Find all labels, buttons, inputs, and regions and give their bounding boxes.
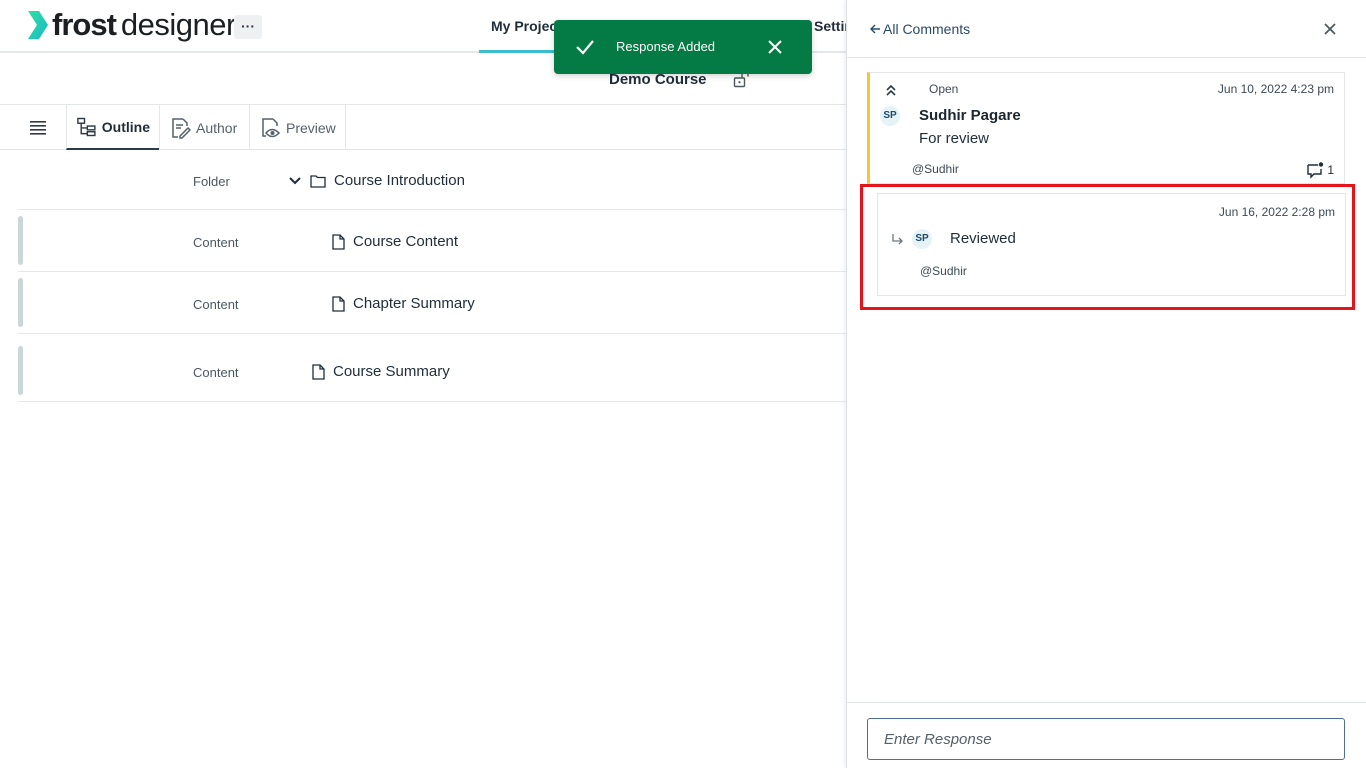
- close-icon[interactable]: [1322, 21, 1338, 37]
- row-title: Course Summary: [333, 363, 450, 380]
- hamburger-menu-icon[interactable]: [28, 119, 48, 135]
- row-item[interactable]: Course Introduction: [288, 172, 465, 189]
- author-edit-icon: [172, 117, 191, 139]
- row-title: Course Content: [353, 233, 459, 250]
- preview-eye-icon: [262, 117, 281, 137]
- chevron-double-up-icon[interactable]: [884, 83, 898, 97]
- logo-text-frost: frost: [52, 7, 117, 42]
- reply-body: Reviewed: [950, 230, 1016, 247]
- nav-active-indicator: [479, 50, 559, 53]
- avatar: SP: [912, 229, 932, 249]
- reply-count-button[interactable]: 1: [1306, 161, 1334, 179]
- row-title: Course Introduction: [334, 172, 465, 189]
- response-footer: [847, 702, 1366, 768]
- outline-tree-icon: [77, 117, 96, 136]
- reply-arrow-icon: [892, 234, 903, 245]
- tab-author-label: Author: [196, 119, 238, 136]
- all-comments-label: All Comments: [883, 21, 971, 37]
- document-icon: [312, 363, 325, 380]
- reply-count: 1: [1327, 163, 1334, 177]
- comment-mention[interactable]: @Sudhir: [912, 162, 959, 176]
- outline-row-content[interactable]: Content Chapter Summary: [18, 272, 846, 334]
- tab-outline-label: Outline: [101, 118, 150, 135]
- row-type: Content: [193, 365, 239, 380]
- all-comments-link[interactable]: All Comments: [869, 21, 970, 37]
- row-item[interactable]: Course Summary: [312, 363, 450, 380]
- row-drag-handle[interactable]: [18, 278, 23, 327]
- comments-panel-header: All Comments: [847, 0, 1366, 58]
- comment-date: Jun 10, 2022 4:23 pm: [1217, 82, 1334, 96]
- document-icon: [332, 233, 345, 250]
- logo-chevron-icon: [28, 11, 48, 39]
- toast-message: Response Added: [616, 39, 716, 54]
- avatar: SP: [880, 106, 900, 126]
- document-icon: [332, 295, 345, 312]
- comment-card[interactable]: Open Jun 10, 2022 4:23 pm SP Sudhir Paga…: [867, 72, 1345, 184]
- chevron-down-icon[interactable]: [288, 174, 302, 188]
- reply-date: Jun 16, 2022 2:28 pm: [1218, 205, 1335, 219]
- comment-bubble-icon: [1307, 162, 1324, 179]
- check-icon: [576, 40, 594, 55]
- view-tabs: Outline Author Preview: [0, 105, 846, 150]
- outline-row-content[interactable]: Content Course Content: [18, 210, 846, 272]
- row-drag-handle[interactable]: [18, 346, 23, 395]
- comment-author: Sudhir Pagare: [919, 107, 1021, 124]
- folder-icon: [310, 174, 326, 188]
- logo-text-designer: designer: [120, 7, 236, 42]
- row-type: Content: [193, 297, 239, 312]
- row-item[interactable]: Course Content: [332, 233, 458, 250]
- tab-preview-label: Preview: [286, 119, 336, 136]
- comment-body: For review: [919, 130, 990, 147]
- row-type: Folder: [193, 174, 230, 189]
- row-drag-handle[interactable]: [18, 216, 23, 265]
- tab-author[interactable]: Author: [159, 105, 249, 150]
- row-type: Content: [193, 235, 239, 250]
- comment-status[interactable]: Open: [929, 82, 958, 96]
- tab-outline[interactable]: Outline: [66, 105, 159, 150]
- comments-panel: All Comments Open Jun 10, 2022 4:23 pm S…: [846, 0, 1366, 768]
- toast-close-icon[interactable]: [767, 39, 783, 55]
- app-logo[interactable]: frost designer: [26, 8, 236, 42]
- nav-my-projects[interactable]: My Projec: [491, 18, 557, 34]
- row-title: Chapter Summary: [353, 295, 475, 312]
- arrow-left-icon: [870, 24, 880, 34]
- outline-row-folder[interactable]: Folder Course Introduction: [18, 150, 846, 210]
- reply-mention[interactable]: @Sudhir: [920, 264, 967, 278]
- tab-preview[interactable]: Preview: [249, 105, 346, 150]
- outline-row-content[interactable]: Content Course Summary: [18, 340, 846, 402]
- response-input[interactable]: [867, 718, 1345, 760]
- success-toast: Response Added: [554, 20, 812, 74]
- more-options-button[interactable]: ···: [234, 15, 262, 39]
- reply-card[interactable]: Jun 16, 2022 2:28 pm SP Reviewed @Sudhir: [877, 193, 1346, 296]
- row-item[interactable]: Chapter Summary: [332, 295, 475, 312]
